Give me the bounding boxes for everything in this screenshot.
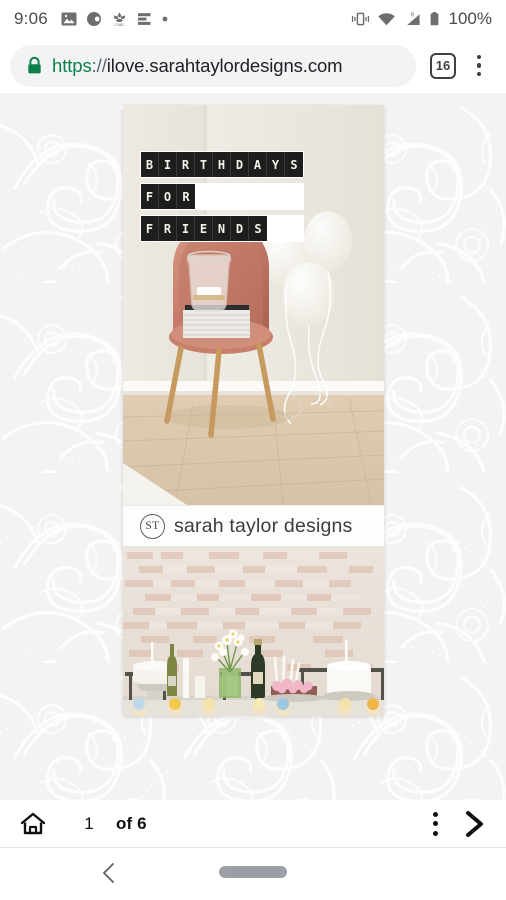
letter-tile: A (249, 152, 267, 177)
news-bars-icon (137, 13, 151, 25)
birthday-room-photo: BIRTHDAYS FOR FRIENDS (123, 105, 384, 505)
letter-tile: R (177, 152, 195, 177)
status-system-icons: R 100% (351, 9, 492, 29)
letter-tile: I (159, 152, 177, 177)
back-chevron-icon[interactable] (100, 862, 118, 884)
page-viewport[interactable]: BIRTHDAYS FOR FRIENDS ST sarah taylor de… (0, 93, 506, 800)
letter-tile: D (231, 216, 249, 241)
svg-text:CNBC: CNBC (114, 23, 125, 27)
page-total-label: of 6 (116, 813, 147, 833)
letter-tile: F (141, 184, 159, 209)
tab-switcher-button[interactable]: 16 (430, 52, 456, 79)
menu-dot (476, 71, 482, 77)
home-icon[interactable] (18, 810, 48, 838)
letterboard-row-2: FOR (140, 183, 304, 210)
url-scheme: https (52, 54, 92, 76)
brand-bar: ST sarah taylor designs (123, 505, 384, 546)
letter-tile: D (231, 152, 249, 177)
menu-dot (476, 63, 482, 68)
letter-tile: B (141, 152, 159, 177)
letter-tile: E (195, 216, 213, 241)
menu-dot (433, 821, 438, 826)
party-table-photo (123, 546, 384, 716)
dot-icon (162, 16, 168, 22)
party-table-illustration (123, 546, 384, 716)
url-separator: :// (91, 54, 107, 76)
letter-tile: T (195, 152, 213, 177)
letter-tile: N (213, 216, 231, 241)
wifi-icon (377, 13, 395, 26)
browser-toolbar: https://ilove.sarahtaylordesigns.com 16 (0, 38, 506, 93)
menu-dot (433, 830, 438, 836)
cellular-roaming-icon: R (406, 13, 420, 25)
home-pill-handle[interactable] (219, 866, 287, 878)
letter-tile: F (141, 216, 159, 241)
status-clock: 9:06 (14, 9, 48, 28)
battery-icon (430, 12, 438, 26)
design-card[interactable]: BIRTHDAYS FOR FRIENDS ST sarah taylor de… (123, 105, 384, 716)
letter-tile: Y (267, 152, 285, 177)
menu-dot (476, 54, 482, 60)
moon-phase-icon (86, 12, 102, 26)
url-text: https://ilove.sarahtaylordesigns.com (52, 55, 343, 77)
lock-icon (28, 56, 41, 74)
url-host: ilove.sarahtaylordesigns.com (106, 54, 343, 76)
page-number-input[interactable]: 1 (78, 814, 100, 834)
document-menu-button[interactable] (433, 811, 438, 836)
url-bar[interactable]: https://ilove.sarahtaylordesigns.com (10, 44, 416, 87)
letterboard: BIRTHDAYS FOR FRIENDS (140, 151, 304, 247)
browser-menu-button[interactable] (468, 54, 490, 77)
letter-tile: H (213, 152, 231, 177)
roaming-label: R (410, 13, 414, 19)
letter-tile: O (159, 184, 177, 209)
tab-count-label: 16 (435, 58, 451, 73)
document-toolbar: 1 of 6 (0, 800, 506, 848)
image-icon (61, 12, 77, 26)
status-notification-icons: CNBC (61, 11, 169, 27)
letter-tile: S (249, 216, 267, 241)
letter-tile: R (177, 184, 195, 209)
menu-dot (433, 811, 438, 817)
system-navigation-bar (0, 848, 506, 900)
letter-tile: R (159, 216, 177, 241)
letterboard-row-3: FRIENDS (140, 215, 304, 242)
status-bar: 9:06 CNBC R 100% (0, 0, 506, 38)
letterboard-row-1: BIRTHDAYS (140, 151, 304, 178)
vibrate-icon (351, 12, 369, 26)
letter-tile: S (285, 152, 303, 177)
brand-name: sarah taylor designs (174, 514, 353, 537)
cnbc-icon: CNBC (113, 12, 125, 27)
st-monogram-icon: ST (140, 513, 165, 539)
chevron-right-icon[interactable] (460, 809, 488, 839)
phone-screen: 9:06 CNBC R 100% https://ilove.sarahtayl… (0, 0, 506, 900)
battery-percent-label: 100% (448, 9, 492, 28)
letter-tile: I (177, 216, 195, 241)
